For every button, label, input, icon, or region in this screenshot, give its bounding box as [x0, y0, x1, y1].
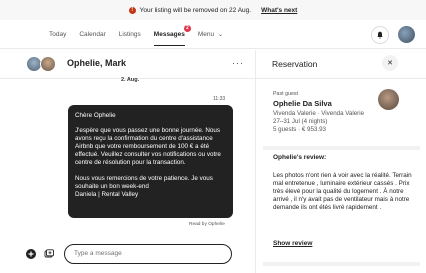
tab-calendar[interactable]: Calendar: [79, 31, 105, 38]
review-text: Les photos n'ont rien à voir avec la réa…: [273, 172, 412, 212]
message-bubble: Chère Ophelie J'espère que vous passez u…: [68, 105, 233, 218]
tab-messages-label: Messages: [153, 31, 185, 38]
message-time: 11:33: [213, 96, 226, 102]
message-paragraph: Nous vous remercions de votre patience. …: [75, 174, 213, 190]
warning-icon: !: [128, 6, 136, 14]
guest-name: Ophelie Da Silva: [273, 99, 332, 108]
date-separator: 2. Aug.: [121, 77, 140, 83]
more-options-icon[interactable]: ···: [232, 58, 244, 68]
message-paragraph: Chère Ophelie: [75, 112, 116, 119]
chevron-down-icon: ⌄: [217, 32, 223, 38]
guest-status: Past guest: [273, 91, 299, 97]
participant-avatars: [26, 56, 58, 73]
close-button[interactable]: ✕: [382, 55, 398, 71]
message-signature: Daniela | Rental Valley: [75, 190, 139, 198]
chat-header: Ophelie, Mark ···: [0, 50, 255, 79]
tab-listings[interactable]: Listings: [119, 31, 141, 38]
listing-name: Vivenda Valerie · Vivenda Valerie: [273, 110, 365, 117]
top-nav: Today Calendar Listings Messages 2 Menu …: [0, 20, 426, 49]
message-input[interactable]: Type a message: [64, 244, 232, 264]
quick-reply-icon: [44, 249, 54, 258]
show-review-link[interactable]: Show review: [273, 240, 312, 247]
whats-next-link[interactable]: What's next: [261, 7, 297, 14]
add-attachment-button[interactable]: [26, 249, 36, 259]
panel-divider: [255, 50, 256, 273]
bell-icon: [377, 31, 383, 39]
tab-messages[interactable]: Messages 2: [153, 25, 191, 46]
plus-circle-icon: [26, 249, 36, 259]
review-title: Ophelie's review:: [273, 154, 327, 161]
close-icon: ✕: [387, 60, 393, 67]
avatar: [40, 56, 56, 72]
tab-menu[interactable]: Menu ⌄: [198, 31, 223, 38]
removal-banner: ! Your listing will be removed on 22 Aug…: [0, 0, 426, 20]
section-divider: [263, 146, 420, 150]
message-paragraph: J'espère que vous passez une bonne journ…: [75, 127, 221, 167]
stay-dates: 27–31 Jul (4 nights): [273, 118, 328, 125]
read-receipt: Read by Ophelie: [189, 222, 225, 227]
chat-title: Ophelie, Mark: [67, 58, 127, 68]
booking-summary: 5 guests · € 953.93: [273, 126, 326, 133]
reservation-title: Reservation: [272, 59, 318, 69]
profile-avatar[interactable]: [398, 26, 415, 43]
tab-menu-label: Menu: [197, 31, 215, 38]
banner-message: Your listing will be removed on 22 Aug.: [139, 6, 252, 14]
reservation-header: Reservation ✕: [256, 50, 426, 79]
unread-badge: 2: [183, 25, 191, 32]
tab-today[interactable]: Today: [49, 31, 66, 38]
guest-avatar[interactable]: [378, 89, 399, 110]
section-divider: [263, 262, 420, 266]
quick-replies-button[interactable]: [44, 249, 54, 259]
notifications-button[interactable]: [371, 26, 389, 44]
